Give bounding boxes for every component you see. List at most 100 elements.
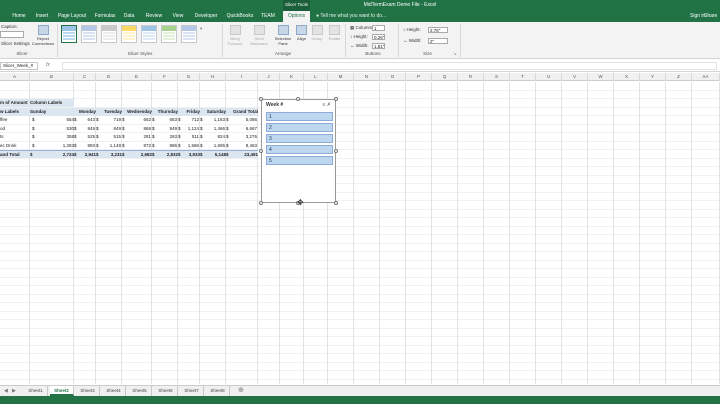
column-header[interactable]: L [304,73,328,81]
pivot-value[interactable]: 893 [80,142,95,150]
resize-handle[interactable] [259,149,263,153]
pivot-value[interactable]: 1,586 [184,142,199,150]
slicer-style-6[interactable] [161,25,177,43]
tab-options[interactable]: Options [283,11,310,22]
column-header[interactable]: F [152,73,178,81]
pivot-day-header[interactable]: Thursday [152,107,178,116]
selection-pane-button[interactable]: Selection Pane [272,25,294,46]
pivot-value[interactable]: 1,124 [184,125,199,133]
pivot-value[interactable]: 6,667 [232,125,257,133]
pivot-total-value[interactable]: 3,933 [184,150,200,158]
column-header[interactable]: W [588,73,614,81]
add-sheet-icon[interactable]: ⊕ [238,386,244,396]
tab-insert[interactable]: Insert [32,11,52,22]
pivot-row-label[interactable]: od [0,125,30,133]
caption-input[interactable] [0,31,24,38]
pivot-value[interactable]: 3,276 [232,133,257,141]
next-sheet-arrow-icon[interactable]: ▶ [12,386,16,396]
pivot-day-header[interactable]: Sunday [30,107,74,116]
column-header[interactable]: N [354,73,380,81]
sheet-tab[interactable]: Sheet2 [50,386,74,396]
resize-handle[interactable] [296,97,300,101]
sheet-tab[interactable]: Sheet6 [154,386,178,396]
name-box[interactable]: Slicer_Week_# [0,62,38,70]
pivot-value[interactable]: 872 [128,142,151,150]
pivot-value[interactable]: 653 [158,116,177,124]
pivot-value[interactable]: 8,463 [232,142,257,150]
pivot-total-value[interactable]: 2,832 [158,150,178,158]
pivot-value[interactable]: 1,148 [102,142,121,150]
pivot-day-header[interactable]: Saturday [200,107,226,116]
column-header[interactable]: V [562,73,588,81]
resize-handle[interactable] [334,97,338,101]
slicer-style-3[interactable] [101,25,117,43]
size-width-input[interactable]: 2" [428,38,448,44]
slicer-item-2[interactable]: 2 [266,123,333,132]
pivot-day-header[interactable]: Wednesday [122,107,152,116]
size-dialog-launcher-icon[interactable]: ↘ [453,51,457,57]
column-header[interactable]: K [280,73,304,81]
pivot-total-value[interactable]: 23,491 [232,150,258,158]
column-header[interactable]: I [226,73,258,81]
pivot-row-label[interactable]: ec Drink [0,142,30,150]
currency-symbol[interactable]: $ [32,125,40,133]
column-header[interactable]: B [30,73,74,81]
column-header[interactable]: O [380,73,406,81]
pivot-value[interactable]: 5,086 [232,116,257,124]
column-header[interactable]: AA [692,73,720,81]
multi-select-icon[interactable]: ≡ [322,102,325,108]
currency-symbol[interactable]: $ [32,116,40,124]
styles-more-arrow-icon[interactable]: ▾ [200,26,202,32]
pivot-value[interactable]: 281 [128,133,151,141]
pivot-day-header[interactable]: Tuesday [96,107,122,116]
pivot-value[interactable]: 824 [206,133,225,141]
button-width-input[interactable]: 1.81" [372,43,385,49]
column-header[interactable]: H [200,73,226,81]
pivot-row-label[interactable]: ts [0,133,30,141]
pivot-value[interactable]: 358 [40,133,74,141]
pivot-day-header[interactable]: Grand Total [226,107,258,116]
tab-formulas[interactable]: Formulas [92,11,118,22]
slicer-settings-button[interactable]: Slicer Settings [1,41,30,46]
slicer-style-2[interactable] [81,25,97,43]
column-header[interactable]: S [484,73,510,81]
tab-home[interactable]: Home [8,11,30,22]
sheet-tab[interactable]: Sheet4 [102,386,126,396]
bring-forward-button[interactable]: Bring Forward [225,25,245,46]
slicer-style-4[interactable] [121,25,137,43]
column-header[interactable]: Y [640,73,666,81]
tab-team[interactable]: TEAM [259,11,277,22]
tab-developer[interactable]: Developer [191,11,221,22]
report-connections-button[interactable]: Report Connections [30,25,56,46]
pivot-value[interactable]: 712 [184,116,199,124]
pivot-value[interactable]: 643 [80,116,95,124]
pivot-value[interactable]: 525 [80,133,95,141]
pivot-value[interactable]: 719 [102,116,121,124]
column-header[interactable]: R [458,73,484,81]
pivot-value[interactable]: 1,695 [206,142,225,150]
fx-icon[interactable]: fx [46,62,50,68]
resize-handle[interactable] [259,201,263,205]
pivot-total-value[interactable]: 5,148 [206,150,226,158]
size-height-input[interactable]: 2.76" [428,27,448,33]
column-header[interactable]: G [178,73,200,81]
pivot-value[interactable]: 1,163 [206,116,225,124]
sheet-tab[interactable]: Sheet1 [24,386,48,396]
column-header[interactable]: Q [432,73,458,81]
button-height-input[interactable]: 0.26" [372,34,385,40]
slicer-style-1[interactable] [61,25,77,43]
pivot-total-value[interactable]: 2,941 [80,150,96,158]
group-button[interactable]: Group [310,25,324,41]
pivot-data-label[interactable]: m of Amount [0,99,30,107]
align-button[interactable]: Align [295,25,308,41]
column-header[interactable]: U [536,73,562,81]
pivot-value[interactable]: 1,283 [40,142,74,150]
pivot-value[interactable]: 662 [128,116,151,124]
pivot-value[interactable]: 511 [184,133,199,141]
share-button[interactable]: Share [704,11,717,22]
sheet-tab[interactable]: Sheet3 [76,386,100,396]
column-header[interactable]: C [74,73,96,81]
column-header[interactable]: P [406,73,432,81]
currency-symbol[interactable]: $ [32,142,40,150]
column-header[interactable]: D [96,73,122,81]
